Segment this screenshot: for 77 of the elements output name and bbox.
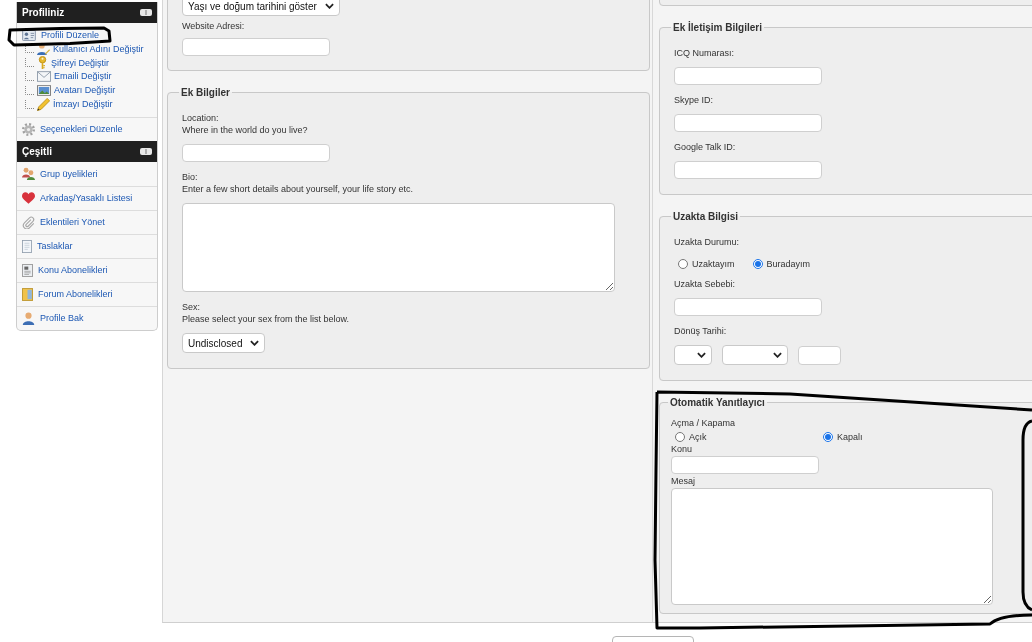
field-label: Sex:	[182, 301, 201, 313]
chevron-down-icon	[324, 3, 334, 9]
gear-icon	[22, 123, 35, 136]
dropdown[interactable]	[722, 345, 788, 365]
fieldset-legend: Ek İletişim Bilgileri	[671, 22, 764, 33]
radio-label[interactable]: Açık	[689, 432, 707, 442]
field-label: Bio:	[182, 171, 199, 183]
sidebar-link[interactable]: Avatarı Değiştir	[54, 85, 116, 96]
sidebar-link[interactable]: İmzayı Değiştir	[53, 99, 113, 110]
radio-button[interactable]	[752, 259, 763, 269]
toggle-icon[interactable]	[140, 9, 152, 16]
field-label: Google Talk ID:	[674, 141, 737, 153]
sidebar-link[interactable]: Emaili Değiştir	[54, 71, 112, 82]
field-label: Dönüş Tarihi:	[674, 325, 728, 337]
page-icon	[22, 240, 32, 253]
dropdown[interactable]	[674, 345, 712, 365]
sidebar-link[interactable]: Forum Abonelikleri	[38, 289, 113, 300]
sidebar-link[interactable]: Profile Bak	[40, 313, 84, 324]
radio-button[interactable]	[678, 259, 688, 269]
toggle-icon[interactable]	[140, 148, 152, 155]
fieldset-legend: Otomatik Yanıtlayıcı	[668, 397, 767, 408]
sidebar-link[interactable]: Taslaklar	[37, 241, 73, 252]
text-area[interactable]	[671, 488, 993, 605]
id-card-icon	[22, 29, 36, 41]
radio-button[interactable]	[823, 432, 833, 442]
field-hint: Please select your sex from the list below.	[182, 313, 351, 325]
envelope-icon	[37, 71, 51, 82]
radio-label[interactable]: Uzaktayım	[692, 259, 735, 269]
fieldset-legend: Uzakta Bilgisi	[671, 211, 741, 222]
sidebar-link[interactable]: Şifreyi Değiştir	[51, 57, 109, 68]
fieldset-legend: Ek Bilgiler	[179, 87, 232, 98]
document-icon	[22, 264, 33, 277]
book-icon	[22, 288, 33, 301]
text-input[interactable]	[674, 298, 822, 316]
user-icon	[22, 312, 35, 325]
chevron-down-icon	[250, 340, 260, 346]
field-label: Website Adresi:	[182, 20, 246, 32]
pencil-icon	[37, 97, 50, 111]
chevron-down-icon	[773, 352, 782, 358]
text-area[interactable]	[182, 203, 615, 292]
field-label: Mesaj	[671, 476, 696, 487]
heart-icon	[22, 192, 35, 205]
picture-icon	[37, 84, 51, 96]
dropdown[interactable]: Yaşı ve doğum tarihini göster	[182, 0, 340, 16]
field-label: Açma / Kapama	[671, 418, 737, 429]
sidebar-link[interactable]: Konu Abonelikleri	[38, 265, 108, 276]
chevron-down-icon	[697, 352, 706, 358]
field-hint: Where in the world do you live?	[182, 124, 309, 136]
text-input[interactable]	[674, 161, 822, 179]
text-input[interactable]	[674, 67, 822, 85]
sidebar-link[interactable]: Kullanıcı Adını Değiştir	[53, 43, 144, 54]
dropdown[interactable]: Undisclosed	[182, 333, 266, 353]
radio-label[interactable]: Kapalı	[837, 432, 863, 442]
field-label: Skype ID:	[674, 94, 714, 106]
field-label: Uzakta Durumu:	[674, 236, 741, 248]
key-icon	[37, 56, 48, 70]
users-icon	[22, 167, 35, 181]
text-input[interactable]	[798, 345, 841, 365]
field-label: Location:	[182, 112, 220, 124]
field-hint: Enter a few short details about yourself, your life story etc.	[182, 183, 415, 195]
text-input[interactable]	[182, 144, 330, 162]
sidebar-link[interactable]: Arkadaş/Yasaklı Listesi	[40, 193, 133, 204]
sidebar-link[interactable]: Profili Düzenle	[41, 30, 100, 40]
radio-button[interactable]	[675, 432, 685, 442]
paperclip-icon	[22, 216, 35, 229]
section-title: Çeşitli	[22, 146, 52, 157]
sidebar-link[interactable]: Eklentileri Yönet	[40, 217, 105, 228]
text-input[interactable]	[182, 38, 330, 56]
field-label: Uzakta Sebebi:	[674, 278, 737, 290]
field-label: Konu	[671, 444, 694, 455]
field-label: ICQ Numarası:	[674, 47, 735, 59]
text-input[interactable]	[671, 456, 819, 474]
sidebar-link[interactable]: Seçenekleri Düzenle	[40, 124, 123, 135]
sidebar-link[interactable]: Grup üyelikleri	[40, 169, 98, 179]
radio-label[interactable]: Buradayım	[766, 259, 811, 269]
text-input[interactable]	[674, 114, 822, 132]
section-title: Profiliniz	[22, 7, 65, 18]
